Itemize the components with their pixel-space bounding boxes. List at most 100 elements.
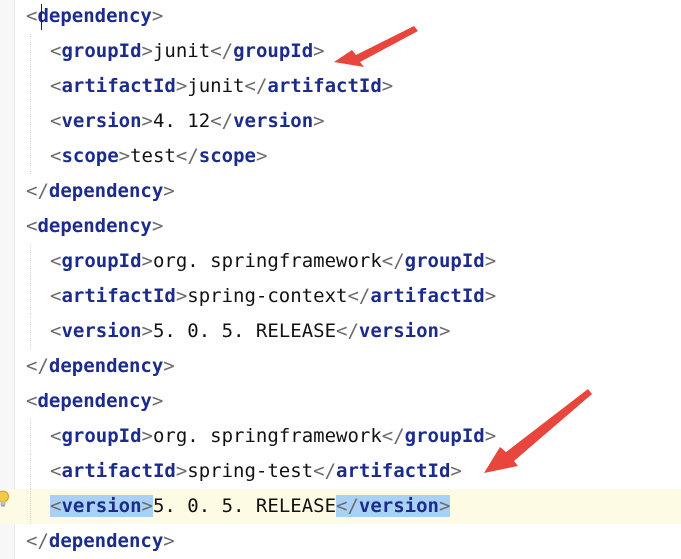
xml-text-value: junit <box>152 40 211 62</box>
code-content: <dependency> <box>26 0 163 34</box>
xml-bracket: < <box>26 215 38 237</box>
code-line[interactable]: <dependency> <box>0 0 681 34</box>
code-content: <groupId>org. springframework</groupId> <box>50 244 496 279</box>
xml-tag-name: groupId <box>61 425 142 447</box>
code-line[interactable]: <scope>test</scope> <box>0 139 681 174</box>
code-content: <scope>test</scope> <box>50 139 267 174</box>
code-line[interactable]: </dependency> <box>0 349 681 384</box>
code-content: <dependency> <box>26 384 163 419</box>
xml-bracket: > <box>381 75 394 97</box>
code-content: <version>5. 0. 5. RELEASE</version> <box>50 489 451 524</box>
xml-text-value: 5. 0. 5. RELEASE <box>152 495 337 517</box>
code-line[interactable]: <dependency> <box>0 209 681 244</box>
xml-tag-name: groupId <box>404 425 485 447</box>
xml-bracket: </ <box>381 250 405 272</box>
xml-text-value: org. springframework <box>152 250 382 272</box>
code-line[interactable]: <version>5. 0. 5. RELEASE</version> <box>0 489 681 524</box>
xml-bracket: > <box>151 390 164 412</box>
xml-text-value: 5. 0. 5. RELEASE <box>152 320 337 342</box>
code-content: <artifactId>spring-test</artifactId> <box>50 454 462 489</box>
indent-guide <box>30 69 31 104</box>
xml-text-value: spring-test <box>187 460 314 482</box>
indent-guide <box>30 104 31 139</box>
code-line[interactable]: <artifactId>spring-context</artifactId> <box>0 279 681 314</box>
xml-text-value: spring-context <box>187 285 348 307</box>
xml-tag-name: dependency <box>37 5 152 27</box>
xml-bracket: < <box>50 75 62 97</box>
code-content: <groupId>org. springframework</groupId> <box>50 419 496 454</box>
xml-bracket: </ <box>336 320 359 342</box>
code-line[interactable]: <groupId>org. springframework</groupId> <box>0 244 681 279</box>
indent-guide <box>30 454 31 489</box>
code-line[interactable]: <version>5. 0. 5. RELEASE</version> <box>0 314 681 349</box>
xml-bracket: > <box>255 145 268 167</box>
xml-bracket: </ <box>336 495 359 517</box>
xml-tag-name: artifactId <box>267 75 382 97</box>
code-line[interactable]: </dependency> <box>0 174 681 209</box>
xml-tag-name: version <box>61 110 142 132</box>
indent-guide <box>30 314 31 349</box>
code-line[interactable]: <artifactId>spring-test</artifactId> <box>0 454 681 489</box>
xml-bracket: </ <box>244 75 268 97</box>
xml-tag-name: version <box>358 495 439 517</box>
xml-bracket: </ <box>26 355 49 377</box>
xml-bracket: > <box>141 250 153 272</box>
code-line[interactable]: <groupId>org. springframework</groupId> <box>0 419 681 454</box>
xml-bracket: > <box>163 530 175 552</box>
xml-bracket: > <box>151 5 164 27</box>
xml-bracket: > <box>141 425 153 447</box>
xml-bracket: < <box>50 110 62 132</box>
xml-tag-name: version <box>61 320 142 342</box>
xml-tag-name: version <box>233 110 314 132</box>
code-editor[interactable]: <dependency> <groupId>junit</groupId> <art… <box>0 0 681 559</box>
xml-bracket: < <box>50 145 62 167</box>
xml-bracket: > <box>484 425 497 447</box>
xml-bracket: < <box>50 460 62 482</box>
xml-bracket: > <box>175 75 188 97</box>
code-line[interactable]: <version>4. 12</version> <box>0 104 681 139</box>
code-line[interactable]: <artifactId>junit</artifactId> <box>0 69 681 104</box>
xml-bracket: > <box>438 495 451 517</box>
xml-bracket: > <box>151 215 164 237</box>
code-line[interactable]: </dependency> <box>0 524 681 559</box>
xml-bracket: < <box>50 320 62 342</box>
code-content: </dependency> <box>26 174 175 209</box>
xml-bracket: </ <box>26 180 49 202</box>
xml-tag-name: artifactId <box>61 460 176 482</box>
xml-bracket: > <box>163 355 175 377</box>
xml-tag-name: groupId <box>61 250 142 272</box>
indent-guide <box>30 139 31 174</box>
code-content: <version>5. 0. 5. RELEASE</version> <box>50 314 450 349</box>
code-content: <dependency> <box>26 209 163 244</box>
xml-bracket: > <box>141 495 153 517</box>
xml-tag-name: dependency <box>48 180 164 202</box>
xml-tag-name: groupId <box>404 250 485 272</box>
xml-tag-name: artifactId <box>61 75 176 97</box>
xml-bracket: > <box>313 40 325 62</box>
xml-text-value: org. springframework <box>152 425 382 447</box>
code-content: </dependency> <box>26 524 175 559</box>
xml-tag-name: scope <box>61 145 119 167</box>
xml-tag-name: artifactId <box>370 285 485 307</box>
xml-bracket: < <box>50 495 62 517</box>
lightbulb-icon[interactable] <box>0 490 10 508</box>
xml-bracket: </ <box>313 460 337 482</box>
xml-bracket: > <box>118 145 131 167</box>
indent-guide <box>30 244 31 279</box>
code-line[interactable]: <dependency> <box>0 384 681 419</box>
xml-tag-name: dependency <box>48 530 164 552</box>
code-content: <artifactId>spring-context</artifactId> <box>50 279 496 314</box>
xml-bracket: < <box>50 40 62 62</box>
xml-bracket: > <box>450 460 462 482</box>
xml-tag-name: version <box>61 495 142 517</box>
xml-tag-name: dependency <box>37 390 152 412</box>
code-line[interactable]: <groupId>junit</groupId> <box>0 34 681 69</box>
code-content: <groupId>junit</groupId> <box>50 34 325 69</box>
xml-bracket: < <box>26 390 38 412</box>
xml-bracket: </ <box>381 425 405 447</box>
xml-bracket: </ <box>175 145 199 167</box>
xml-tag-name: version <box>358 320 439 342</box>
xml-text-value: junit <box>187 75 245 97</box>
xml-bracket: > <box>484 250 497 272</box>
code-content: </dependency> <box>26 349 175 384</box>
